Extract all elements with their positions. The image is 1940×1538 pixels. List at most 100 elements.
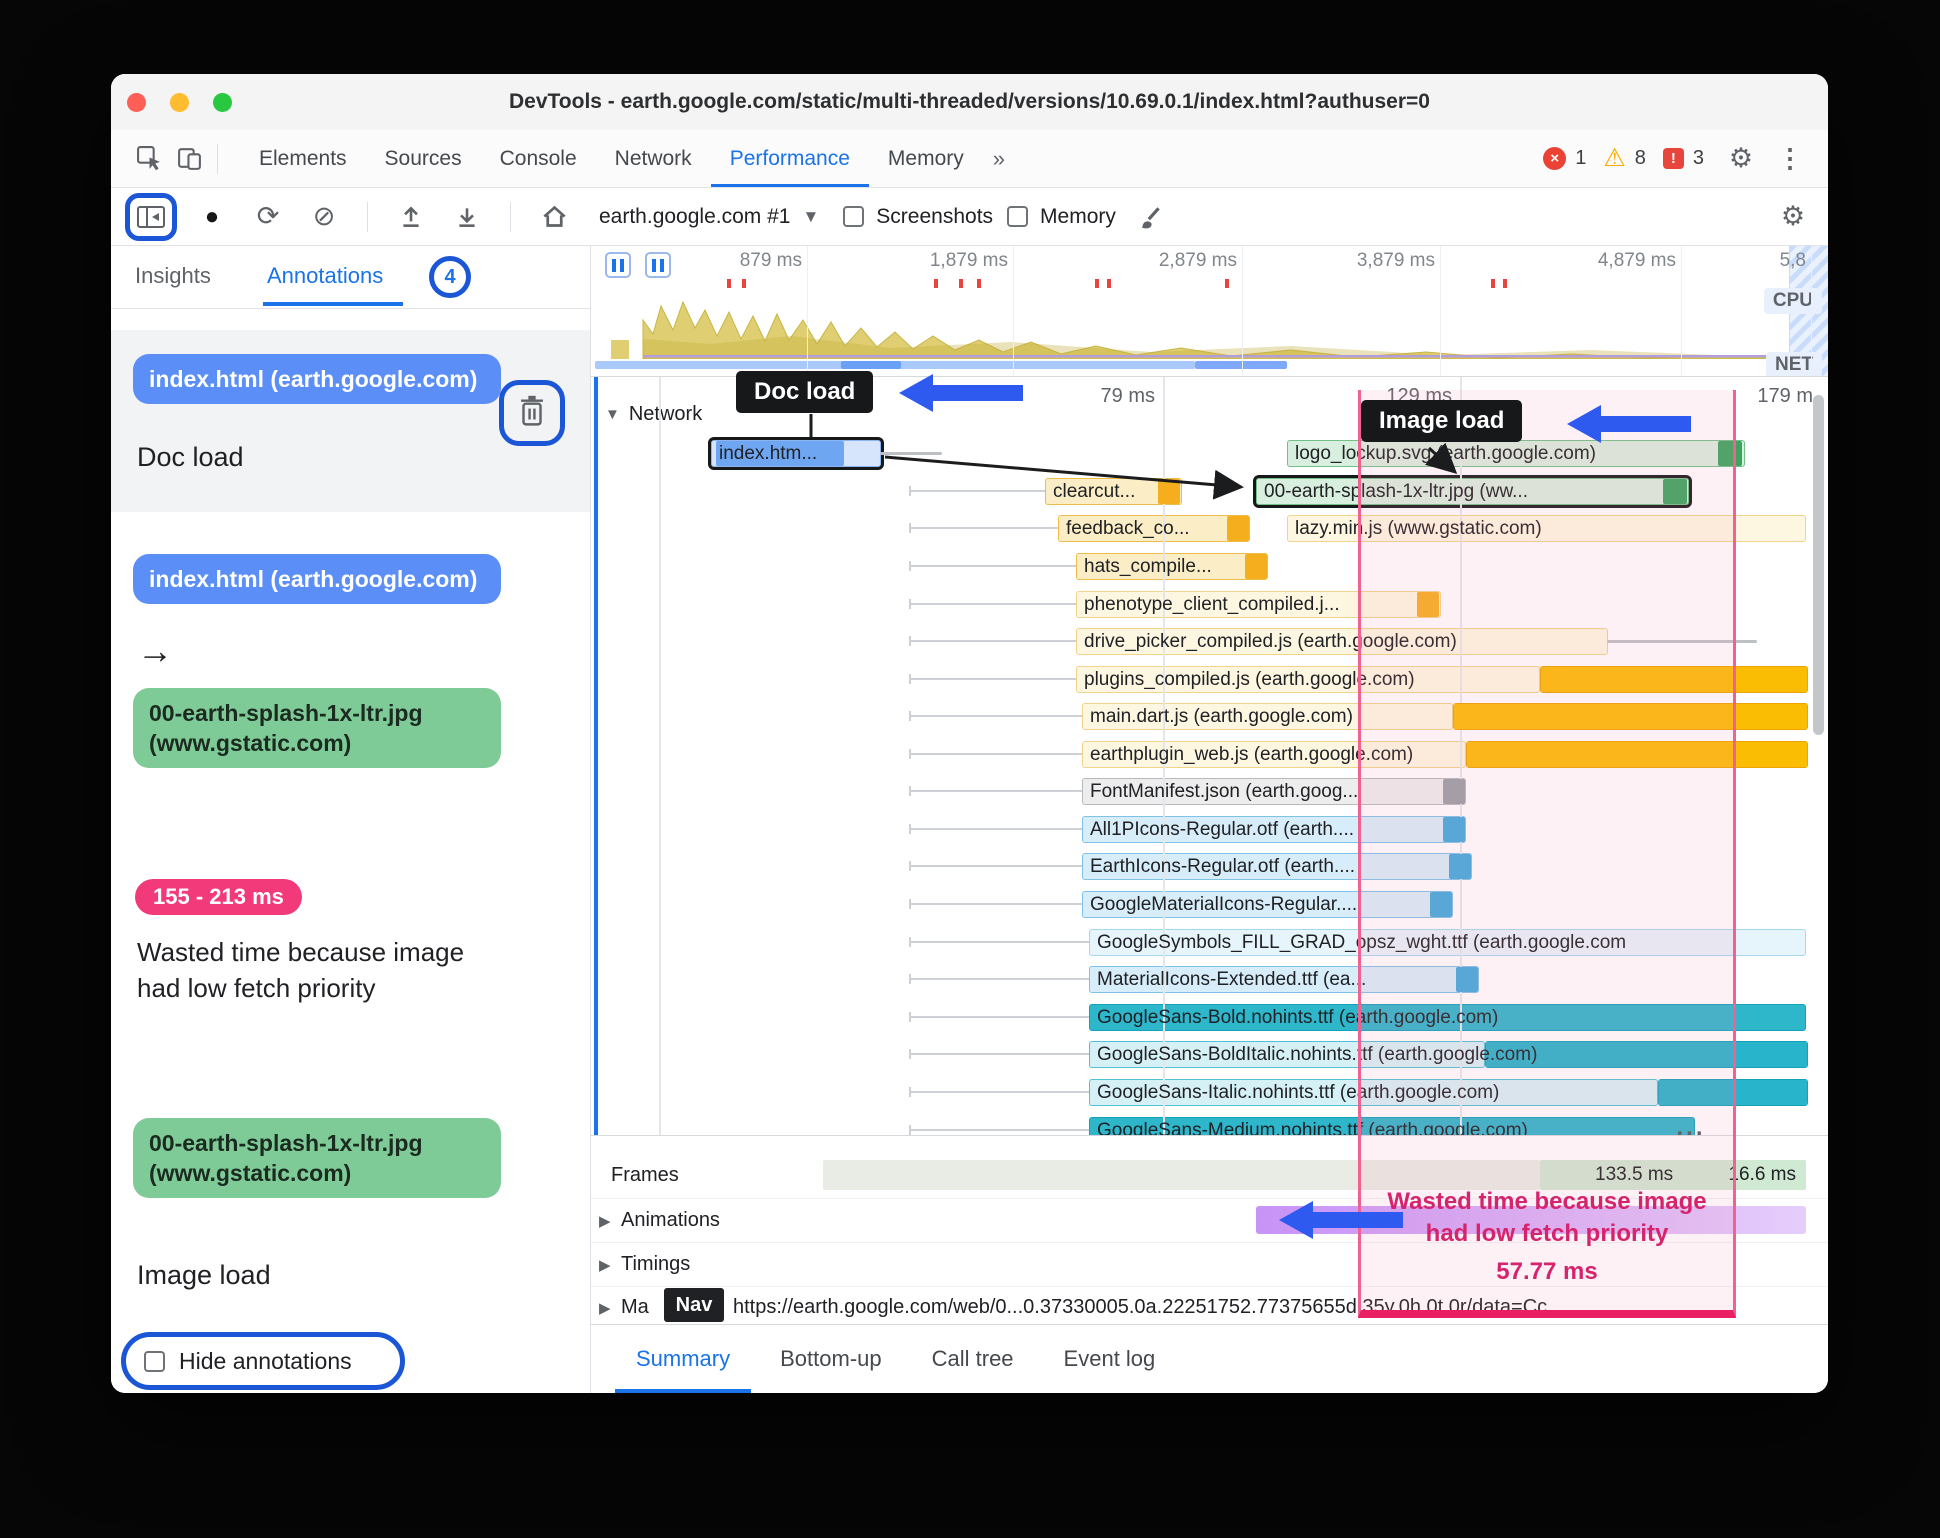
request-whisker (909, 749, 1082, 759)
annotation-label[interactable]: Doc load (137, 442, 244, 473)
frame-bar[interactable] (823, 1160, 1540, 1190)
frames-track-label[interactable]: Frames (611, 1164, 679, 1187)
kebab-menu-icon[interactable]: ⋮ (1770, 139, 1810, 179)
network-track-pane[interactable]: ▼ Network index.htm... logo_lockup.svg (e… (591, 377, 1828, 1135)
network-request-bar[interactable]: hats_compile... (1076, 553, 1268, 580)
network-request-bar[interactable]: plugins_compiled.js (earth.google.com) (1076, 666, 1808, 693)
hide-annotations-checkbox[interactable] (144, 1350, 165, 1372)
network-request-bar[interactable]: GoogleSans-Medium.nohints.ttf (earth.goo… (1089, 1117, 1695, 1135)
capture-settings-gear-icon[interactable]: ⚙ (1772, 196, 1814, 238)
error-count[interactable]: 1 (1575, 147, 1586, 170)
network-request-bar[interactable]: GoogleMaterialIcons-Regular.... (1082, 891, 1453, 918)
tab-performance[interactable]: Performance (711, 130, 869, 187)
frame-bar[interactable]: 133.5 ms 16.6 ms (1540, 1160, 1806, 1190)
annotation-link-to-pill[interactable]: 00-earth-splash-1x-ltr.jpg (www.gstatic.… (133, 688, 501, 768)
tab-annotations[interactable]: Annotations (267, 246, 383, 306)
screenshots-checkbox-row[interactable]: Screenshots (843, 205, 993, 229)
vertical-scrollbar[interactable] (1813, 385, 1824, 1127)
tab-network[interactable]: Network (596, 130, 711, 187)
tab-summary[interactable]: Summary (615, 1325, 751, 1393)
doc-load-annotation-badge[interactable]: Doc load (736, 371, 874, 413)
issues-count[interactable]: 3 (1693, 147, 1704, 170)
tab-elements[interactable]: Elements (240, 130, 366, 187)
annotation-image-pill[interactable]: 00-earth-splash-1x-ltr.jpg (www.gstatic.… (133, 1118, 501, 1198)
network-request-bar[interactable]: MaterialIcons-Extended.ttf (ea... (1089, 966, 1479, 993)
network-request-bar[interactable]: EarthIcons-Regular.otf (earth.... (1082, 853, 1472, 880)
warning-count[interactable]: 8 (1635, 147, 1646, 170)
minimize-button[interactable] (170, 92, 189, 112)
network-request-bar[interactable]: GoogleSans-BoldItalic.nohints.ttf (earth… (1089, 1041, 1808, 1068)
scrollbar-thumb[interactable] (1813, 395, 1824, 735)
main-track-label[interactable]: Ma (621, 1296, 649, 1319)
annotation-link-from-pill[interactable]: index.html (earth.google.com) (133, 554, 501, 604)
pause-marker-button[interactable] (645, 252, 671, 278)
minimap-gridline (1811, 246, 1812, 376)
tab-sources[interactable]: Sources (366, 130, 481, 187)
network-request-bar[interactable]: main.dart.js (earth.google.com) (1082, 703, 1808, 730)
clear-button[interactable]: ⊘ (303, 196, 345, 238)
tab-console[interactable]: Console (481, 130, 596, 187)
inspect-element-icon[interactable] (129, 139, 169, 179)
tab-call-tree[interactable]: Call tree (911, 1325, 1035, 1393)
more-tabs-button[interactable]: » (983, 146, 1015, 172)
trash-icon[interactable] (517, 394, 547, 433)
network-request-bar[interactable]: earthplugin_web.js (earth.google.com) (1082, 741, 1808, 768)
tab-insights[interactable]: Insights (135, 246, 211, 306)
close-button[interactable] (127, 92, 146, 112)
network-request-bar[interactable]: clearcut... (1045, 478, 1182, 505)
timings-track-label[interactable]: Timings (621, 1253, 690, 1276)
nav-marker-badge[interactable]: Nav (664, 1288, 724, 1322)
tab-bottom-up[interactable]: Bottom-up (759, 1325, 903, 1393)
collapse-triangle-icon[interactable]: ▼ (605, 406, 620, 423)
annotation-label[interactable]: Image load (137, 1260, 271, 1291)
overflow-dots[interactable]: ... (1669, 1114, 1713, 1142)
network-request-bar[interactable]: 00-earth-splash-1x-ltr.jpg (ww... (1253, 475, 1692, 508)
network-request-bar[interactable]: GoogleSans-Italic.nohints.ttf (earth.goo… (1089, 1079, 1808, 1106)
zoom-button[interactable] (213, 92, 232, 112)
expand-triangle-icon[interactable]: ▶ (599, 1256, 611, 1274)
network-request-bar[interactable]: logo_lockup.svg (earth.google.com) (1287, 440, 1745, 467)
expand-triangle-icon[interactable]: ▶ (599, 1212, 611, 1230)
network-request-bar[interactable]: GoogleSans-Bold.nohints.ttf (earth.googl… (1089, 1004, 1806, 1031)
net-activity-bar (841, 361, 901, 369)
image-load-annotation-badge[interactable]: Image load (1361, 400, 1523, 442)
home-icon[interactable] (533, 196, 575, 238)
tab-memory[interactable]: Memory (869, 130, 983, 187)
annotation-doc-pill[interactable]: index.html (earth.google.com) (133, 354, 501, 404)
request-whisker (909, 1012, 1089, 1022)
timeline-minimap[interactable]: CPU NET 879 ms 1,879 ms 2,879 ms 3,879 ms 4,… (591, 246, 1828, 377)
network-request-bar[interactable]: phenotype_client_compiled.j... (1076, 591, 1441, 618)
error-icon[interactable]: × (1543, 147, 1567, 170)
lower-tracks-pane: Frames 133.5 ms 16.6 ms ▶ Animations ▶ T… (591, 1135, 1828, 1324)
pause-marker-button[interactable] (605, 252, 631, 278)
time-range-badge[interactable]: 155 - 213 ms (135, 879, 302, 915)
animations-track-label[interactable]: Animations (621, 1209, 720, 1232)
network-request-bar[interactable]: FontManifest.json (earth.goog... (1082, 778, 1466, 805)
history-dropdown[interactable]: earth.google.com #1 ▼ (589, 205, 829, 229)
memory-checkbox[interactable] (1007, 206, 1029, 227)
garbage-collect-icon[interactable] (1130, 196, 1172, 238)
show-sidebar-icon[interactable] (125, 192, 177, 241)
animation-bar[interactable] (1256, 1206, 1806, 1234)
network-request-bar[interactable]: lazy.min.js (www.gstatic.com) (1287, 515, 1806, 542)
network-request-bar[interactable]: feedback_co... (1058, 515, 1250, 542)
network-request-bar[interactable]: index.htm... (708, 437, 942, 470)
settings-gear-icon[interactable]: ⚙ (1721, 139, 1761, 179)
expand-triangle-icon[interactable]: ▶ (599, 1299, 611, 1317)
upload-profile-icon[interactable] (390, 196, 432, 238)
network-request-bar[interactable]: GoogleSymbols_FILL_GRAD_opsz_wght.ttf (e… (1089, 929, 1806, 956)
device-toolbar-icon[interactable] (169, 139, 209, 179)
memory-checkbox-row[interactable]: Memory (1007, 205, 1116, 229)
issues-icon[interactable]: ! (1662, 148, 1684, 169)
minimap-gridline (1681, 246, 1682, 376)
network-request-bar[interactable]: All1PIcons-Regular.otf (earth.... (1082, 816, 1466, 843)
screenshots-checkbox[interactable] (843, 206, 865, 227)
reload-and-record-button[interactable]: ⟳ (247, 196, 289, 238)
download-profile-icon[interactable] (446, 196, 488, 238)
annotation-label[interactable]: Wasted time because image had low fetch … (137, 934, 473, 1006)
network-track-header[interactable]: ▼ Network (605, 403, 702, 426)
network-request-bar[interactable]: drive_picker_compiled.js (earth.google.c… (1076, 628, 1757, 655)
record-button[interactable]: ● (191, 196, 233, 238)
tab-event-log[interactable]: Event log (1043, 1325, 1177, 1393)
warning-icon[interactable]: ⚠ (1603, 146, 1625, 171)
